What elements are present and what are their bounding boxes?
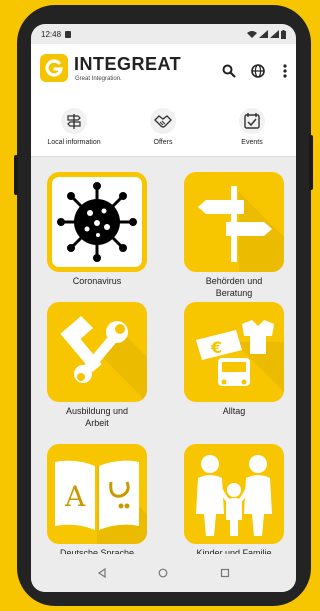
tile-label: Ausbildung und Arbeit (65, 406, 129, 428)
signal-icon (259, 30, 268, 38)
language-button[interactable] (249, 62, 267, 80)
battery-icon (281, 29, 286, 39)
brand-subtitle: Great Integration. (75, 76, 122, 82)
tile-coronavirus[interactable]: Coronavirus (37, 172, 157, 287)
tile-alltag[interactable]: € Alltag (174, 302, 294, 417)
more-vert-icon (283, 64, 287, 78)
tile-deutsche-sprache[interactable]: A Deutsche Sprache (37, 444, 157, 559)
tab-events[interactable]: Events (217, 108, 287, 152)
category-grid: Coronavirus Behörden und Beratung Ausbil… (31, 156, 296, 558)
logo-icon (45, 59, 63, 77)
phone-screen: 12:48 INTEGREAT Great Integration. Local… (31, 24, 296, 592)
calendar-check-icon (239, 108, 265, 134)
status-time: 12:48 (41, 29, 62, 39)
power-button (309, 135, 313, 190)
svg-text:€: € (210, 338, 222, 357)
book-icon: A (47, 444, 147, 544)
tab-offers[interactable]: Offers (128, 108, 198, 152)
signpost-icon (61, 108, 87, 134)
tile-label: Coronavirus (72, 276, 122, 286)
wifi-icon (247, 31, 257, 38)
category-tabs: Local information Offers Events (31, 100, 296, 157)
tile-label: Behörden und Beratung (205, 276, 263, 298)
search-button[interactable] (220, 62, 238, 80)
tile-behoerden-und-beratung[interactable]: Behörden und Beratung (174, 172, 294, 299)
integreat-logo[interactable] (40, 54, 68, 82)
signal-icon-2 (270, 30, 279, 38)
globe-icon (251, 64, 265, 78)
tab-label: Local information (47, 139, 101, 146)
family-icon (184, 444, 284, 544)
search-icon (222, 64, 236, 78)
handshake-icon (150, 108, 176, 134)
svg-text:A: A (64, 480, 86, 513)
home-icon[interactable] (158, 568, 168, 578)
recents-icon[interactable] (220, 568, 230, 578)
virus-icon (47, 172, 147, 272)
tile-ausbildung-und-arbeit[interactable]: Ausbildung und Arbeit (37, 302, 157, 429)
app-bar: INTEGREAT Great Integration. (31, 44, 296, 100)
tile-kinder-und-familie[interactable]: Kinder und Familie (174, 444, 294, 559)
tools-icon (47, 302, 147, 402)
signpost-icon (184, 172, 284, 272)
tab-label: Offers (153, 139, 173, 146)
back-icon[interactable] (97, 568, 107, 578)
daily-life-icon: € (184, 302, 284, 402)
tab-local-information[interactable]: Local information (39, 108, 109, 152)
notification-icon (65, 30, 72, 38)
volume-button (14, 155, 18, 195)
tile-label: Alltag (222, 406, 246, 416)
system-nav-bar (31, 554, 296, 592)
status-bar: 12:48 (31, 24, 296, 44)
tab-label: Events (241, 139, 263, 146)
overflow-menu-button[interactable] (276, 62, 294, 80)
brand-title: INTEGREAT (74, 54, 182, 74)
